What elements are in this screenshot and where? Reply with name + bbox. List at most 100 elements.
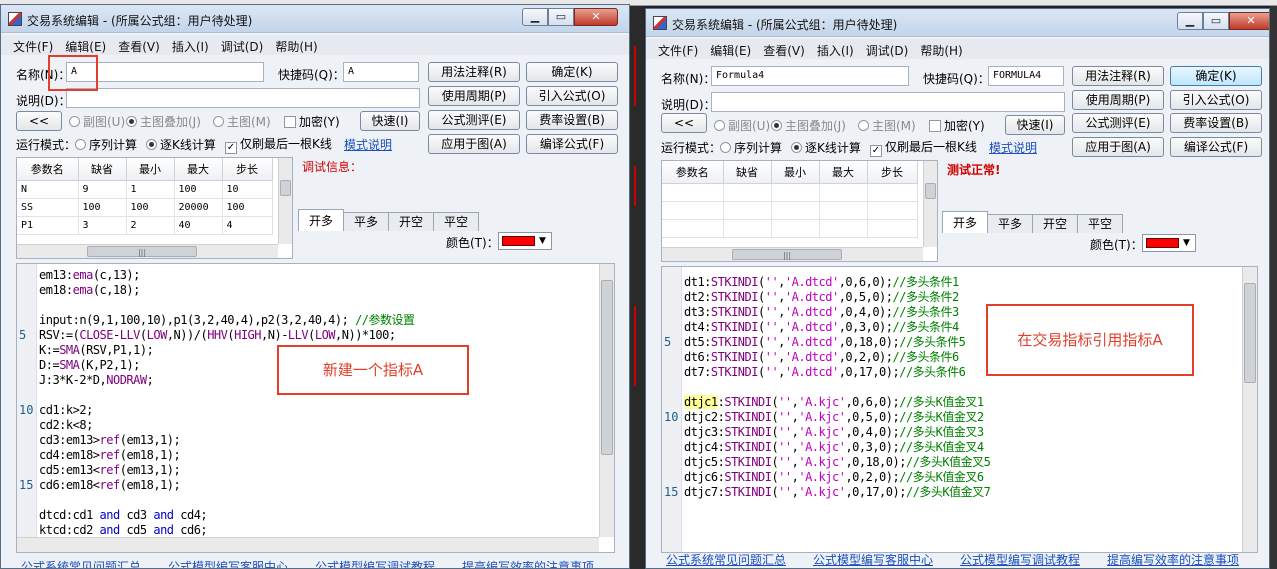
menu-file[interactable]: 文件(F) (652, 39, 704, 59)
collapse-button[interactable]: << (16, 111, 62, 131)
code-line[interactable]: dtcd:cd1 and cd3 and cd4; (39, 508, 208, 523)
table-row[interactable]: SS 100 100 20000 100 (17, 198, 273, 217)
code-line[interactable]: cd2:k<8; (39, 418, 93, 433)
radio-sequence-calc[interactable]: 序列计算 (75, 136, 137, 153)
radio-sub-chart[interactable]: 副图(U) (714, 117, 770, 134)
formula-test-button[interactable]: 公式测评(E) (1072, 113, 1164, 133)
refresh-last-bar-checkbox[interactable]: ✓ 仅刷最后一根K线 (225, 135, 332, 154)
code-line[interactable]: cd1:k>2; (39, 403, 93, 418)
radio-main-overlay[interactable]: 主图叠加(J) (771, 117, 846, 134)
table-row[interactable]: N 9 1 100 10 (17, 180, 273, 199)
usage-notes-button[interactable]: 用法注释(R) (1072, 66, 1164, 86)
menu-debug[interactable]: 调试(D) (215, 35, 270, 55)
tab-close-long[interactable]: 平多 (343, 212, 390, 231)
menu-file[interactable]: 文件(F) (7, 35, 59, 55)
footer-link-faq[interactable]: 公式系统常见问题汇总 (666, 551, 786, 568)
parameter-vscrollbar[interactable] (923, 161, 937, 247)
color-select[interactable]: ▼ (498, 232, 552, 250)
minimize-button[interactable]: ▁ (522, 8, 548, 26)
tab-open-short[interactable]: 开空 (1032, 214, 1079, 233)
tab-close-short[interactable]: 平空 (1077, 214, 1124, 233)
code-line[interactable]: dtjc7:STKINDI('','A.kjc',0,17,0);//多头K值金… (684, 485, 991, 500)
table-row[interactable] (662, 219, 918, 238)
period-button[interactable]: 使用周期(P) (1072, 90, 1164, 110)
ok-button[interactable]: 确定(K) (526, 62, 618, 82)
code-line[interactable]: dt7:STKINDI('','A.dtcd',0,17,0);//多头条件6 (684, 365, 966, 380)
editor-vscrollbar[interactable] (1242, 267, 1257, 552)
period-button[interactable]: 使用周期(P) (428, 86, 520, 106)
tab-open-short[interactable]: 开空 (388, 212, 435, 231)
code-line[interactable]: dtjc2:STKINDI('','A.kjc',0,5,0);//多头K值金叉… (684, 410, 984, 425)
code-line[interactable]: dtjc6:STKINDI('','A.kjc',0,2,0);//多头K值金叉… (684, 470, 984, 485)
maximize-button[interactable]: ▭ (1203, 12, 1229, 30)
fee-settings-button[interactable]: 费率设置(B) (1170, 113, 1262, 133)
table-row[interactable] (662, 183, 918, 202)
tab-close-long[interactable]: 平多 (987, 214, 1034, 233)
code-line[interactable]: dt5:STKINDI('','A.dtcd',0,18,0);//多头条件5 (684, 335, 966, 350)
description-input[interactable] (66, 88, 420, 108)
footer-link-tutorial[interactable]: 公式模型编写调试教程 (960, 551, 1080, 568)
tab-open-long[interactable]: 开多 (942, 211, 989, 233)
code-line[interactable]: K:=SMA(RSV,P1,1); (39, 343, 154, 358)
close-button[interactable]: ✕ (1229, 12, 1269, 30)
column-header[interactable]: 最大 (174, 158, 223, 181)
footer-link-efficiency[interactable]: 提高编写效率的注意事项 (1107, 551, 1239, 568)
usage-notes-button[interactable]: 用法注释(R) (428, 62, 520, 82)
name-input[interactable]: Formula4 (711, 66, 909, 86)
quick-button[interactable]: 快速(I) (360, 111, 420, 131)
ok-button[interactable]: 确定(K) (1170, 66, 1262, 86)
apply-to-chart-button[interactable]: 应用于图(A) (428, 134, 520, 154)
close-button[interactable]: ✕ (574, 8, 618, 26)
menu-help[interactable]: 帮助(H) (914, 39, 968, 59)
quick-button[interactable]: 快速(I) (1005, 115, 1065, 135)
code-line[interactable]: em13:ema(c,13); (39, 268, 140, 283)
encrypt-checkbox[interactable]: 加密(Y) (284, 113, 340, 130)
code-line[interactable]: RSV:=(CLOSE-LLV(LOW,N))/(HHV(HIGH,N)-LLV… (39, 328, 396, 343)
column-header[interactable]: 参数名 (662, 161, 724, 184)
footer-link-efficiency[interactable]: 提高编写效率的注意事项 (462, 558, 594, 568)
code-line[interactable]: D:=SMA(K,P2,1); (39, 358, 140, 373)
parameter-vscrollbar[interactable] (278, 158, 292, 244)
code-line[interactable]: dtjc4:STKINDI('','A.kjc',0,3,0);//多头K值金叉… (684, 440, 984, 455)
encrypt-checkbox[interactable]: 加密(Y) (929, 117, 985, 134)
code-line[interactable]: dt3:STKINDI('','A.dtcd',0,4,0);//多头条件3 (684, 305, 959, 320)
radio-main-overlay[interactable]: 主图叠加(J) (126, 113, 201, 130)
minimize-button[interactable]: ▁ (1177, 12, 1203, 30)
code-line[interactable]: cd3:em13>ref(em13,1); (39, 433, 181, 448)
radio-main-chart[interactable]: 主图(M) (213, 113, 271, 130)
menu-debug[interactable]: 调试(D) (860, 39, 915, 59)
column-header[interactable]: 最小 (126, 158, 175, 181)
footer-link-support[interactable]: 公式模型编写客服中心 (168, 558, 288, 568)
collapse-button[interactable]: << (661, 113, 707, 133)
footer-link-tutorial[interactable]: 公式模型编写调试教程 (315, 558, 435, 568)
code-line[interactable]: dt2:STKINDI('','A.dtcd',0,5,0);//多头条件2 (684, 290, 959, 305)
menu-view[interactable]: 查看(V) (112, 35, 166, 55)
menu-edit[interactable]: 编辑(E) (704, 39, 757, 59)
code-line[interactable]: cd6:em18<ref(em18,1); (39, 478, 181, 493)
menu-edit[interactable]: 编辑(E) (59, 35, 112, 55)
code-line[interactable]: ktcd:cd2 and cd5 and cd6; (39, 523, 208, 538)
menu-view[interactable]: 查看(V) (757, 39, 811, 59)
menu-help[interactable]: 帮助(H) (269, 35, 323, 55)
description-input[interactable] (711, 92, 1065, 112)
radio-bar-calc[interactable]: 逐K线计算 (146, 136, 216, 153)
import-formula-button[interactable]: 引入公式(O) (526, 86, 618, 106)
tab-open-long[interactable]: 开多 (298, 209, 345, 231)
apply-to-chart-button[interactable]: 应用于图(A) (1072, 137, 1164, 157)
table-row[interactable] (662, 201, 918, 220)
code-line[interactable]: dtjc1:STKINDI('','A.kjc',0,6,0);//多头K值金叉… (684, 395, 984, 410)
maximize-button[interactable]: ▭ (548, 8, 574, 26)
column-header[interactable]: 步长 (222, 158, 273, 181)
title-bar[interactable]: 交易系统编辑 - (所属公式组：用户待处理) ▁ ▭ ✕ (646, 9, 1269, 37)
menu-insert[interactable]: 插入(I) (811, 39, 860, 59)
column-header[interactable]: 最大 (819, 161, 868, 184)
code-line[interactable]: dtjc3:STKINDI('','A.kjc',0,4,0);//多头K值金叉… (684, 425, 984, 440)
import-formula-button[interactable]: 引入公式(O) (1170, 90, 1262, 110)
parameter-hscrollbar[interactable]: ||| (17, 244, 278, 258)
editor-hscrollbar[interactable] (17, 537, 599, 552)
radio-sequence-calc[interactable]: 序列计算 (720, 139, 782, 156)
column-header[interactable]: 缺省 (78, 158, 127, 181)
tab-close-short[interactable]: 平空 (433, 212, 480, 231)
code-line[interactable]: em18:ema(c,18); (39, 283, 140, 298)
column-header[interactable]: 参数名 (17, 158, 79, 181)
